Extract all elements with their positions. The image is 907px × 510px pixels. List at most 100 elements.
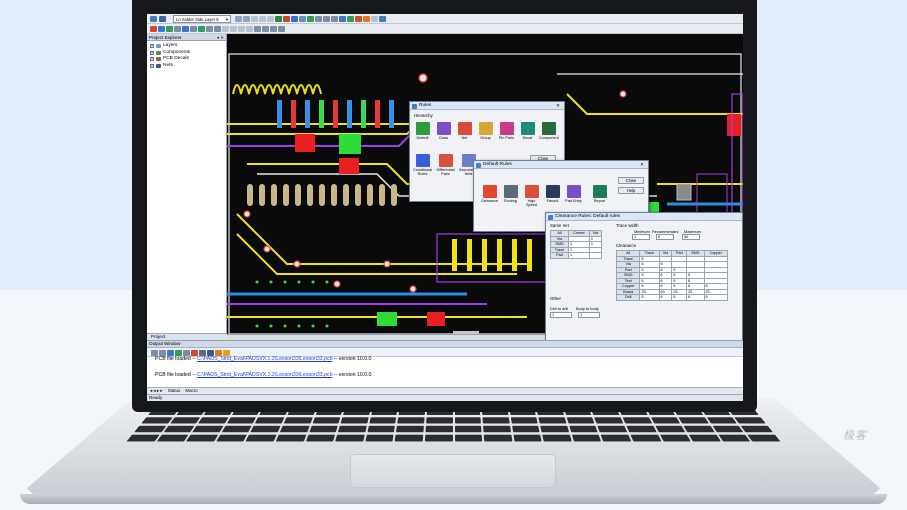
tile-decal[interactable]: Decal [518, 122, 537, 140]
snap-icon[interactable] [262, 26, 269, 32]
refresh-icon[interactable] [315, 16, 322, 22]
tab-nav-icon[interactable]: ◂ ◂ ▸ ▸ [150, 388, 162, 393]
drill-to-drill-input[interactable]: 1 [550, 312, 572, 318]
radial-icon[interactable] [238, 26, 245, 32]
tile-conditional-rules[interactable]: Conditional Rules [413, 154, 432, 176]
settings-icon[interactable] [223, 349, 230, 356]
trace-rec-input[interactable]: 6 [656, 234, 674, 240]
flip-icon[interactable] [222, 26, 229, 32]
find-icon[interactable] [207, 349, 214, 356]
redraw-icon[interactable] [323, 16, 330, 22]
same-net-cell[interactable]: 1 [568, 252, 590, 259]
output-file-link[interactable]: C:\PADS_Stnd_Eval\PADSVX.1.2\Lesson33\Le… [197, 356, 332, 362]
paste-icon[interactable] [267, 16, 274, 22]
tile-class[interactable]: Class [434, 122, 453, 140]
tile-pin-pairs[interactable]: Pin Pairs [497, 122, 516, 140]
select-icon[interactable] [150, 26, 157, 32]
design-icon[interactable] [158, 26, 165, 32]
split-icon[interactable] [198, 26, 205, 32]
clearance-row-label[interactable]: Drill [615, 294, 641, 301]
move-icon[interactable] [206, 26, 213, 32]
same-net-grid: All Corner Via Via 1 SMD 1 1 Trace 1 Pad 1 [550, 230, 603, 259]
layer-icon[interactable] [291, 16, 298, 22]
project-explorer: Project Explorer ▾ ✕ + Layers + Components… [147, 34, 227, 340]
tab-project[interactable]: Project [147, 333, 227, 340]
macro-icon[interactable] [215, 349, 222, 356]
print-icon[interactable] [199, 349, 206, 356]
clearance-cell[interactable]: 6 [703, 294, 728, 301]
tile-default[interactable]: Default [413, 122, 432, 140]
expand-icon[interactable]: + [150, 44, 154, 49]
layer-combo[interactable]: Ln Solder Side Layer 6 ▼ [173, 15, 231, 23]
highlight-icon[interactable] [283, 16, 290, 22]
ecO-icon[interactable] [182, 26, 189, 32]
trace-max-input[interactable]: 50 [682, 234, 700, 240]
close-icon[interactable]: ✕ [556, 102, 560, 110]
verify-icon[interactable] [347, 16, 354, 22]
expand-icon[interactable]: + [150, 57, 154, 62]
redo-icon[interactable] [243, 16, 250, 22]
route-icon[interactable] [299, 16, 306, 22]
undo-icon[interactable] [235, 16, 242, 22]
same-net-cell[interactable] [588, 252, 603, 259]
trace-min-input[interactable]: 1 [632, 234, 650, 240]
tab-status[interactable]: Status [168, 388, 180, 393]
tile-differential-pairs[interactable]: Differential Pairs [436, 154, 455, 176]
record-icon[interactable] [175, 349, 182, 356]
delete-icon[interactable] [191, 349, 198, 356]
pcb-canvas[interactable]: Rules ✕ Hierarchy Default Class Net Group… [227, 34, 743, 340]
forward-icon[interactable] [159, 349, 166, 356]
view-icon[interactable] [339, 16, 346, 22]
expand-icon[interactable]: + [150, 50, 154, 55]
output-file-link[interactable]: C:\PADS_Stnd_Eval\PADSVX.1.2\Lesson33\Le… [197, 372, 332, 378]
tile-report[interactable]: Report [590, 185, 609, 203]
board-icon[interactable] [275, 16, 282, 22]
tile-clearance[interactable]: Clearance [480, 185, 499, 203]
tile-high-speed[interactable]: High Speed [522, 185, 541, 207]
clearance-cell[interactable]: 6 [658, 294, 673, 301]
cut-icon[interactable] [251, 16, 258, 22]
tile-component[interactable]: Component [539, 122, 559, 140]
default-rules-help-button[interactable]: Help [618, 187, 644, 194]
open-icon[interactable] [150, 16, 157, 22]
tree-item-nets[interactable]: + Nets [150, 63, 226, 70]
dim-icon[interactable] [174, 26, 181, 32]
step-icon[interactable] [183, 349, 190, 356]
property-icon[interactable] [278, 26, 285, 32]
rotate-icon[interactable] [214, 26, 221, 32]
grid-icon[interactable] [254, 26, 261, 32]
save-icon[interactable] [159, 16, 166, 22]
help-icon[interactable] [379, 16, 386, 22]
default-rules-close-button[interactable]: Close [618, 177, 644, 184]
tab-macro[interactable]: Macro [185, 388, 197, 393]
same-net-row-label[interactable]: Pad [550, 252, 569, 259]
draft-icon[interactable] [166, 26, 173, 32]
tile-routing[interactable]: Routing [501, 185, 520, 203]
tile-group[interactable]: Group [476, 122, 495, 140]
zoom-icon[interactable] [331, 16, 338, 22]
body-to-body-label: Body to body [576, 306, 599, 311]
pour-icon[interactable] [307, 16, 314, 22]
route-tool-icon[interactable] [190, 26, 197, 32]
align-icon[interactable] [230, 26, 237, 32]
clearance-cell[interactable]: 6 [671, 294, 688, 301]
tile-pad-entry[interactable]: Pad Entry [564, 185, 583, 203]
array-icon[interactable] [246, 26, 253, 32]
body-to-body-input[interactable]: 1 [578, 312, 600, 318]
tile-net[interactable]: Net [455, 122, 474, 140]
panel-controls-icon[interactable]: ▾ ✕ [217, 34, 224, 41]
measure-icon[interactable] [371, 16, 378, 22]
copy-icon[interactable] [259, 16, 266, 22]
rules-icon[interactable] [363, 16, 370, 22]
distance-icon[interactable] [270, 26, 277, 32]
run-icon[interactable] [167, 349, 174, 356]
clearance-cell[interactable]: 6 [639, 294, 660, 301]
pin [307, 184, 313, 206]
back-icon[interactable] [151, 349, 158, 356]
clearance-cell[interactable]: 6 [686, 294, 705, 301]
drc-icon[interactable] [355, 16, 362, 22]
keyboard-key [335, 434, 365, 442]
tile-fanout[interactable]: Fanout [543, 185, 562, 203]
close-icon[interactable]: ✕ [640, 161, 644, 169]
expand-icon[interactable]: + [150, 63, 154, 68]
